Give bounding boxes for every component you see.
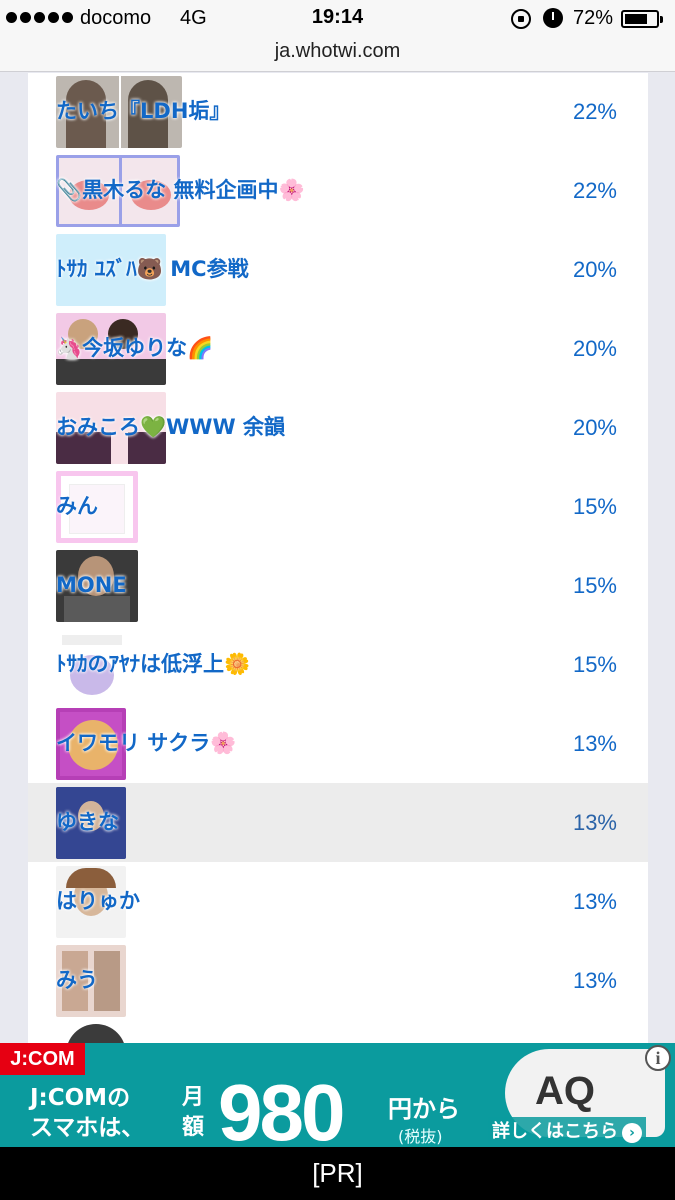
match-percent: 20% [572,257,617,282]
match-percent: 13% [572,731,617,756]
list-item[interactable]: ゆきな 13% [28,783,648,862]
list-item[interactable] [28,1020,648,1043]
list-item[interactable]: MONE 15% [28,546,648,625]
list-item[interactable]: みう 13% [28,941,648,1020]
list-item[interactable]: イワモリ サクラ🌸 13% [28,704,648,783]
battery-percent: 72% [573,7,614,29]
match-percent: 20% [572,415,617,440]
ad-headline-line1: J:COMの [30,1085,131,1111]
user-name[interactable]: みう [56,941,98,1020]
user-name[interactable]: 📎黒木るな 無料企画中🌸 [56,151,305,230]
match-percent: 15% [572,652,617,677]
match-percent: 15% [572,573,617,598]
user-name[interactable]: MONE [56,546,127,625]
match-percent: 20% [572,336,617,361]
ad-monthly-label: 月額 [182,1085,205,1140]
user-name[interactable]: ﾄｻｶのｱﾔﾅは低浮上🌼 [56,625,250,704]
ad-cta-button[interactable]: 詳しくはこちら › [488,1117,646,1143]
battery-icon [621,10,663,28]
url-bar[interactable]: ja.whotwi.com [0,40,675,72]
match-percent: 22% [572,99,617,124]
ad-cta-label[interactable]: 詳しくはこちら [492,1121,618,1142]
ad-banner[interactable]: J:COM J:COMの スマホは、 月額 980 円から (税抜) AQ 詳し… [0,1043,675,1147]
info-icon[interactable]: i [645,1045,671,1071]
follower-ranking-list: たいち『LDH垢』 22% 📎黒木るな 無料企画中🌸 22% ﾄｻｶ ﾕｽﾞﾊ🐻… [28,73,648,1043]
list-item[interactable]: 📎黒木るな 無料企画中🌸 22% [28,151,648,230]
list-item[interactable]: たいち『LDH垢』 22% [28,73,648,151]
user-name[interactable]: ゆきな [56,783,119,862]
match-percent: 13% [572,889,617,914]
match-percent: 22% [572,178,617,203]
match-percent: 13% [572,968,617,993]
user-name[interactable]: ﾄｻｶ ﾕｽﾞﾊ🐻 MC参戦 [56,230,249,309]
list-item[interactable]: ﾄｻｶのｱﾔﾅは低浮上🌼 15% [28,625,648,704]
alarm-icon [543,8,563,28]
match-percent: 15% [572,494,617,519]
ad-photo-text: AQ [535,1069,595,1113]
status-bar: docomo 4G 19:14 72% [0,0,675,40]
list-item[interactable]: おみころ💚WWW 余韻 20% [28,388,648,467]
list-item[interactable]: はりゅか 13% [28,862,648,941]
list-item[interactable]: みん 15% [28,467,648,546]
user-name[interactable]: はりゅか [56,862,140,941]
ad-price: 980 [218,1068,345,1148]
pr-label: [PR] [312,1158,363,1188]
pr-label-bar: [PR] [0,1147,675,1200]
rotation-lock-icon [511,9,531,29]
ad-headline-line2: スマホは、 [30,1115,145,1141]
avatar[interactable] [66,1024,126,1043]
list-item[interactable]: 🦄今坂ゆりな🌈 20% [28,309,648,388]
url-host[interactable]: ja.whotwi.com [275,40,401,62]
match-percent: 13% [572,810,617,835]
user-name[interactable]: みん [56,467,98,546]
jcom-logo: J:COM [0,1043,85,1075]
ad-headline: J:COMの スマホは、 [30,1083,144,1143]
user-name[interactable]: イワモリ サクラ🌸 [56,704,236,783]
user-name[interactable]: 🦄今坂ゆりな🌈 [56,309,213,388]
chevron-right-icon[interactable]: › [622,1123,642,1143]
user-name[interactable]: おみころ💚WWW 余韻 [56,388,285,467]
ad-tax-note: (税抜) [398,1127,443,1146]
ad-price-suffix: 円から [388,1095,460,1123]
user-name[interactable]: たいち『LDH垢』 [56,73,230,151]
list-item[interactable]: ﾄｻｶ ﾕｽﾞﾊ🐻 MC参戦 20% [28,230,648,309]
